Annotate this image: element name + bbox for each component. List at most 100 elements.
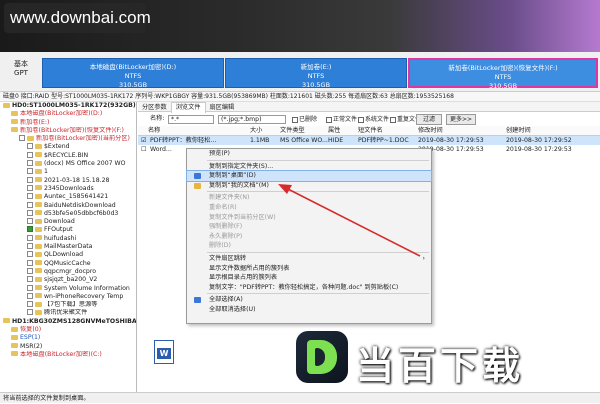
tree-node[interactable]: 恢复(0): [0, 326, 136, 334]
tree-node[interactable]: 【7包下载】思源等: [0, 301, 136, 309]
tree-checkbox[interactable]: [27, 160, 33, 167]
tree-node[interactable]: $RECYCLE.BIN: [0, 151, 136, 160]
menu-item[interactable]: 删除(D): [187, 241, 431, 251]
filter-button[interactable]: 过滤: [416, 114, 442, 125]
tree-node[interactable]: sjsjqzt_ba200_V2: [0, 276, 136, 284]
tree-checkbox[interactable]: [27, 151, 33, 158]
tree-node[interactable]: qqpcmgr_docpro: [0, 267, 136, 276]
partition-d[interactable]: 本地磁盘(BitLocker加密)(D:) NTFS 310.5GB: [42, 58, 224, 89]
tree-node[interactable]: MSR(2): [0, 343, 136, 351]
tree-checkbox[interactable]: [27, 259, 33, 266]
tree-node[interactable]: ESP(1): [0, 334, 136, 342]
tree-node[interactable]: QLDownload: [0, 251, 136, 259]
menu-item[interactable]: 显示文件数据所占用的簇列表: [187, 264, 431, 274]
menu-item[interactable]: 复制文字："PDF转PPT：教你轻松搞定，各种问题.doc" 到剪贴板(C): [187, 283, 431, 293]
menu-item-label: 复制文字："PDF转PPT：教你轻松搞定，各种问题.doc" 到剪贴板(C): [209, 283, 399, 291]
brand-logo: 当百下载: [296, 327, 556, 388]
tree-node[interactable]: HD1:KBG30ZMS128GNVMeTOSHIBA1: [0, 318, 136, 326]
tree-checkbox[interactable]: [27, 276, 33, 283]
tree-node[interactable]: (docx) MS Office 2007 WO: [0, 160, 136, 168]
tree-node[interactable]: d53bfe5e05dbbcf6b0d3: [0, 209, 136, 218]
col-size[interactable]: 大小: [250, 126, 262, 136]
partition-e[interactable]: 新加卷(E:) NTFS 310.5GB: [225, 58, 407, 89]
tree-checkbox[interactable]: [27, 267, 33, 274]
tree-checkbox[interactable]: [27, 251, 33, 258]
tree-node[interactable]: $Extend: [0, 143, 136, 151]
tree-checkbox[interactable]: [27, 184, 33, 191]
tree-checkbox[interactable]: [27, 234, 33, 241]
menu-item[interactable]: 预览(P): [187, 149, 431, 159]
col-attr[interactable]: 属性: [328, 126, 340, 136]
row-checkbox[interactable]: ☐: [141, 145, 147, 154]
tree-node[interactable]: 本地磁盘(BitLocker加密)(D:): [0, 110, 136, 118]
tree-checkbox[interactable]: [27, 168, 33, 175]
table-row[interactable]: ☑ PDF转PPT：教你轻松... 1.1MB MS Office WO... …: [138, 136, 600, 145]
tree-checkbox[interactable]: [19, 135, 25, 142]
tree-checkbox[interactable]: [27, 176, 33, 183]
tree-node[interactable]: Download: [0, 218, 136, 226]
deleted-checkbox[interactable]: 已删除: [292, 115, 317, 124]
menu-item[interactable]: 强制删除(F): [187, 222, 431, 232]
tree-node[interactable]: QQMusicCache: [0, 259, 136, 268]
menu-item[interactable]: 重命名(R): [187, 203, 431, 213]
status-bar: 将当前选择的文件复制到桌面。: [0, 392, 600, 403]
tree-node[interactable]: HD0:ST1000LM035-1RK172(932GB): [0, 102, 136, 110]
menu-item[interactable]: 复制到指定文件夹(S)...: [187, 162, 431, 172]
tree-node-label: 新加卷(BitLocker加密)(恢复文件)(F:): [20, 126, 124, 134]
name-input[interactable]: *.*: [168, 115, 214, 124]
tree-checkbox[interactable]: [27, 193, 33, 200]
col-short-name[interactable]: 短文件名: [358, 126, 383, 136]
tree-node[interactable]: huifudashi: [0, 234, 136, 243]
folder-icon: [35, 243, 42, 249]
menu-item[interactable]: 文件扇区跳转 ›: [187, 254, 431, 264]
menu-item[interactable]: 永久删除(P): [187, 232, 431, 242]
menu-item[interactable]: 显示根目录占用的簇列表: [187, 273, 431, 283]
tree-node[interactable]: 新加卷(E:): [0, 119, 136, 127]
menu-item[interactable]: 复制到“桌面”(D): [186, 170, 432, 182]
tree-node[interactable]: MailMasterData: [0, 243, 136, 251]
type-input[interactable]: (*.jpg;*.bmp): [218, 115, 286, 124]
row-checkbox[interactable]: ☑: [141, 136, 147, 145]
tree-checkbox[interactable]: [27, 292, 33, 299]
tree-node[interactable]: 腾讯优采聚文件: [0, 309, 136, 317]
tree-node[interactable]: 2021-03-18 15.18.28: [0, 176, 136, 185]
system-checkbox[interactable]: 系统文件: [358, 115, 389, 124]
tree-node[interactable]: 1: [0, 168, 136, 176]
tree-checkbox[interactable]: [27, 218, 33, 225]
tree-checkbox[interactable]: [27, 143, 33, 150]
tree-node[interactable]: FFOutput: [0, 226, 136, 234]
menu-item[interactable]: 复制文件到当前分区(W): [187, 213, 431, 223]
tree-checkbox[interactable]: [27, 301, 33, 308]
tree-checkbox[interactable]: [27, 309, 33, 316]
more-button[interactable]: 更多>>: [446, 114, 476, 125]
menu-item[interactable]: 新建文件夹(N): [187, 193, 431, 203]
tree-checkbox[interactable]: [27, 209, 33, 216]
tree-checkbox[interactable]: [27, 201, 33, 208]
tree-node[interactable]: wn-iPhoneRecovery Temp: [0, 292, 136, 301]
tree-node[interactable]: 新加卷(BitLocker加密)(恢复文件)(F:): [0, 127, 136, 135]
tree-node-label: System Volume Information: [44, 284, 130, 292]
col-modified[interactable]: 修改时间: [418, 126, 443, 136]
tree-node[interactable]: Auntec_1585641421: [0, 193, 136, 201]
col-type[interactable]: 文件类型: [280, 126, 305, 136]
tree-node[interactable]: 新加卷(BitLocker加密)(当前分区): [0, 135, 136, 143]
tree-checkbox[interactable]: [27, 243, 33, 250]
menu-item[interactable]: 全部取消选择(U): [187, 305, 431, 315]
partition-f[interactable]: 新加卷(BitLocker加密)(恢复文件)(F:) NTFS 310.5GB: [408, 58, 598, 90]
menu-item[interactable]: 复制到“我的文档”(M): [187, 181, 431, 191]
tree-checkbox[interactable]: [27, 226, 33, 233]
tree-node-label: QQMusicCache: [44, 259, 91, 267]
tree-node[interactable]: 2345Downloads: [0, 184, 136, 193]
tree-node-label: qqpcmgr_docpro: [44, 267, 97, 275]
menu-item[interactable]: 全部选择(A): [187, 295, 431, 305]
disk-map: 基本 GPT 本地磁盘(BitLocker加密)(D:) NTFS 310.5G…: [0, 52, 600, 92]
col-created[interactable]: 创建时间: [506, 126, 531, 136]
tree-node[interactable]: System Volume Information: [0, 284, 136, 293]
tree-node[interactable]: 本地磁盘(BitLocker加密)(C:): [0, 351, 136, 359]
normal-checkbox[interactable]: 正常文件: [326, 115, 357, 124]
tree-node[interactable]: BaiduNetdiskDownload: [0, 201, 136, 210]
directory-tree[interactable]: HD0:ST1000LM035-1RK172(932GB) 本地磁盘(BitLoc…: [0, 102, 137, 392]
col-name[interactable]: 名称: [148, 126, 160, 136]
tree-checkbox[interactable]: [27, 284, 33, 291]
tree-node-label: QLDownload: [44, 251, 84, 259]
